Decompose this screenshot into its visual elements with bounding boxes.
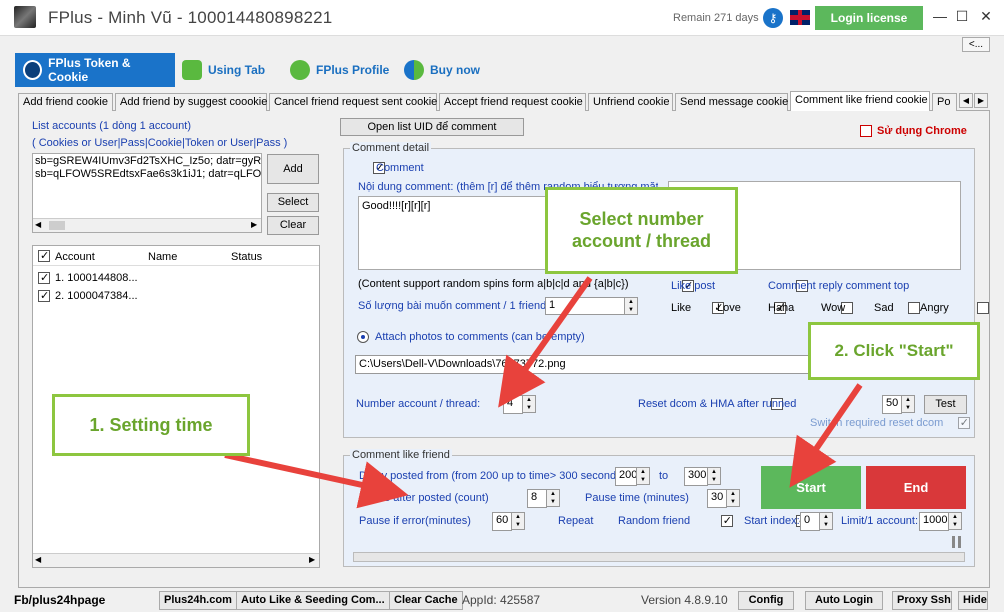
- callout-setting-time: 1. Setting time: [52, 394, 250, 456]
- version-label: Version 4.8.9.10: [641, 593, 728, 607]
- arrow-thread: [498, 276, 593, 408]
- plus24h-button[interactable]: Plus24h.com: [159, 591, 237, 610]
- arrow-start: [789, 383, 863, 488]
- auto-like-seeding-button[interactable]: Auto Like & Seeding Com...: [236, 591, 390, 610]
- clear-cache-button[interactable]: Clear Cache: [389, 591, 463, 610]
- arrow-setting-time: [224, 452, 409, 509]
- appid-label: AppId: 425587: [462, 593, 541, 607]
- site-label: Fb/plus24hpage: [14, 593, 106, 607]
- callout-click-start: 2. Click "Start": [808, 322, 980, 380]
- auto-login-button[interactable]: Auto Login: [805, 591, 883, 610]
- annotation-arrows: [224, 276, 863, 509]
- config-button[interactable]: Config: [738, 591, 794, 610]
- status-bar: Fb/plus24hpage Plus24h.com Auto Like & S…: [0, 589, 1004, 612]
- hide-button[interactable]: Hide: [958, 591, 988, 610]
- proxy-ssh-button[interactable]: Proxy Ssh: [892, 591, 952, 610]
- callout-select-thread: Select number account / thread: [545, 187, 738, 274]
